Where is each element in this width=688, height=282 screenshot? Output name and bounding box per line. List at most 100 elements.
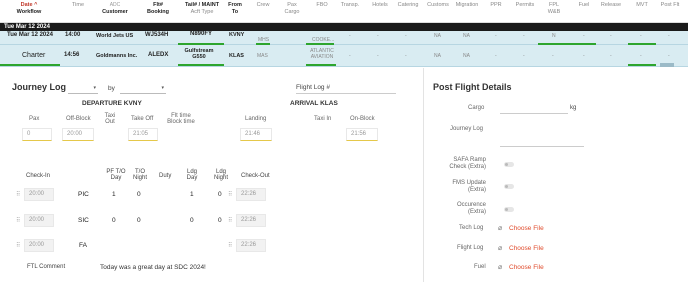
flt-column-header[interactable]: Flt# Booking (145, 2, 171, 15)
checkin-input[interactable]: 20:00 (24, 214, 54, 227)
postflt-status[interactable]: - (668, 53, 670, 59)
fuel-status[interactable]: - (583, 33, 585, 39)
checkout-input[interactable]: 22:26 (236, 214, 266, 227)
migration-status[interactable]: NA (463, 33, 470, 39)
pf-to-day-value[interactable]: 0 (112, 217, 116, 224)
time-column-header[interactable]: Time (68, 2, 88, 9)
fpl-column-header[interactable]: FPL W&B (546, 2, 562, 15)
permits-status[interactable]: - (523, 53, 525, 59)
catering-status[interactable]: - (405, 53, 407, 59)
sort-by-select[interactable]: ▾ (120, 84, 166, 94)
drag-handle-icon[interactable]: ⠿ (16, 242, 20, 249)
drag-handle-icon[interactable]: ⠿ (228, 242, 232, 249)
release-status[interactable]: - (610, 53, 612, 59)
mvt-status[interactable]: - (640, 53, 642, 59)
row-scroll-handle[interactable] (660, 63, 674, 67)
flight-time: 14:00 (65, 32, 81, 38)
ldg-day-value[interactable]: 0 (190, 217, 194, 224)
drag-handle-icon[interactable]: ⠿ (16, 191, 20, 198)
drag-handle-icon[interactable]: ⠿ (228, 217, 232, 224)
catering-status[interactable]: - (405, 33, 407, 39)
crew-column-header[interactable]: Crew (256, 2, 270, 9)
catering-column-header[interactable]: Catering (396, 2, 420, 9)
landing-input[interactable]: 21:46 (240, 128, 272, 141)
fpl-status[interactable]: - (552, 53, 554, 59)
onblock-input[interactable]: 21:56 (346, 128, 378, 141)
postflt-column-header[interactable]: Post Flt (660, 2, 680, 9)
ldg-day-value[interactable]: 1 (190, 191, 194, 198)
migration-column-header[interactable]: Migration (454, 2, 480, 9)
customs-status[interactable]: NA (434, 53, 441, 59)
hotels-status[interactable]: - (377, 53, 379, 59)
ldg-night-value[interactable]: 0 (218, 191, 222, 198)
mvt-column-header[interactable]: MVT (635, 2, 649, 9)
takeoff-input[interactable]: 21:05 (128, 128, 158, 141)
transp-column-header[interactable]: Transp. (340, 2, 360, 9)
to-night-value[interactable]: 0 (137, 191, 141, 198)
crew-role: FA (79, 242, 87, 249)
checkout-input[interactable]: 22:26 (236, 239, 266, 252)
flttime-label: Flt time Block time (167, 113, 195, 125)
hotels-column-header[interactable]: Hotels (370, 2, 390, 9)
release-column-header[interactable]: Release (600, 2, 622, 9)
flight-customer[interactable]: World Jets US (96, 33, 133, 39)
release-status[interactable]: - (610, 33, 612, 39)
fuel-status[interactable]: - (583, 53, 585, 59)
flight-row[interactable]: Tue Mar 12 2024 14:00 World Jets US WJ53… (0, 31, 688, 45)
customer-header-label: Customer (102, 8, 128, 15)
ldg-night-value[interactable]: 0 (218, 217, 222, 224)
flight-fbo[interactable]: ATLANTIC AVIATION (307, 48, 337, 60)
journey-log-field-input[interactable] (500, 146, 584, 147)
mvt-status[interactable]: - (640, 33, 642, 39)
pax-input[interactable]: 0 (22, 128, 52, 141)
checkout-input[interactable]: 22:26 (236, 188, 266, 201)
customs-status[interactable]: NA (434, 33, 441, 39)
postflt-status[interactable]: - (668, 33, 670, 39)
offblock-input[interactable]: 20:00 (62, 128, 94, 141)
permits-column-header[interactable]: Permits (514, 2, 536, 9)
tech-log-choose-file-button[interactable]: Choose File (509, 225, 544, 232)
crew-header-label: Crew (256, 2, 270, 8)
flight-tail[interactable]: N890FY (190, 31, 212, 37)
permits-status[interactable]: - (523, 33, 525, 39)
checkin-input[interactable]: 20:00 (24, 239, 54, 252)
flight-number[interactable]: WJ534H (145, 32, 168, 38)
fbo-column-header[interactable]: FBO (314, 2, 330, 9)
date-column-header[interactable]: Date ^ Workflow (14, 2, 44, 15)
fms-toggle[interactable] (504, 184, 514, 189)
ppr-status[interactable]: - (495, 53, 497, 59)
to-night-value[interactable]: 0 (137, 217, 141, 224)
fuel-column-header[interactable]: Fuel (577, 2, 591, 9)
flight-log-choose-file-button[interactable]: Choose File (509, 245, 544, 252)
customer-column-header[interactable]: ADC Customer (100, 2, 130, 15)
pax-cargo-column-header[interactable]: Pax Cargo (283, 2, 301, 15)
flight-number[interactable]: ALEDX (148, 52, 168, 58)
transp-status[interactable]: - (349, 33, 351, 39)
tail-column-header[interactable]: Tail# / MAINT Acft Type (180, 2, 224, 15)
customs-column-header[interactable]: Customs (426, 2, 450, 9)
fpl-status[interactable]: N (552, 33, 556, 39)
from-to-column-header[interactable]: From To (228, 2, 242, 15)
hotels-status[interactable]: - (377, 33, 379, 39)
tail-status-bar (178, 64, 224, 66)
safa-toggle[interactable] (504, 162, 514, 167)
flight-log-number-input[interactable] (296, 93, 396, 94)
flight-crew[interactable]: MAS (257, 53, 268, 59)
ftl-comment-input[interactable]: Today was a great day at SDC 2024! (100, 264, 206, 271)
transp-status[interactable]: - (349, 53, 351, 59)
journey-log-select[interactable]: ▾ (68, 84, 98, 94)
flight-customer[interactable]: Goldmanns Inc. (96, 53, 137, 59)
cargo-input[interactable] (500, 113, 568, 114)
migration-status[interactable]: NA (463, 53, 470, 59)
checkin-input[interactable]: 20:00 (24, 188, 54, 201)
drag-handle-icon[interactable]: ⠿ (228, 191, 232, 198)
flight-row[interactable]: Charter 14:56 Goldmanns Inc. ALEDX Gulfs… (0, 45, 688, 67)
ppr-column-header[interactable]: PPR (488, 2, 504, 9)
drag-handle-icon[interactable]: ⠿ (16, 217, 20, 224)
ppr-status[interactable]: - (495, 33, 497, 39)
time-header-label: Time (71, 2, 85, 8)
occurence-toggle[interactable] (504, 207, 514, 212)
flight-tail[interactable]: Gulfstream G550 (184, 48, 214, 60)
fuel-choose-file-button[interactable]: Choose File (509, 264, 544, 271)
pf-to-day-value[interactable]: 1 (112, 191, 116, 198)
